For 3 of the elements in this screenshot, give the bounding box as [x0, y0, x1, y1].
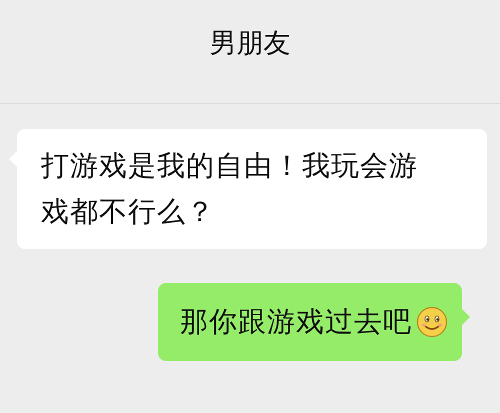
message-text: 打游戏是我的自由！我玩会游戏都不行么？ [41, 148, 419, 230]
message-text: 那你跟游戏过去吧 [180, 304, 412, 340]
chat-title: 男朋友 [210, 26, 290, 60]
